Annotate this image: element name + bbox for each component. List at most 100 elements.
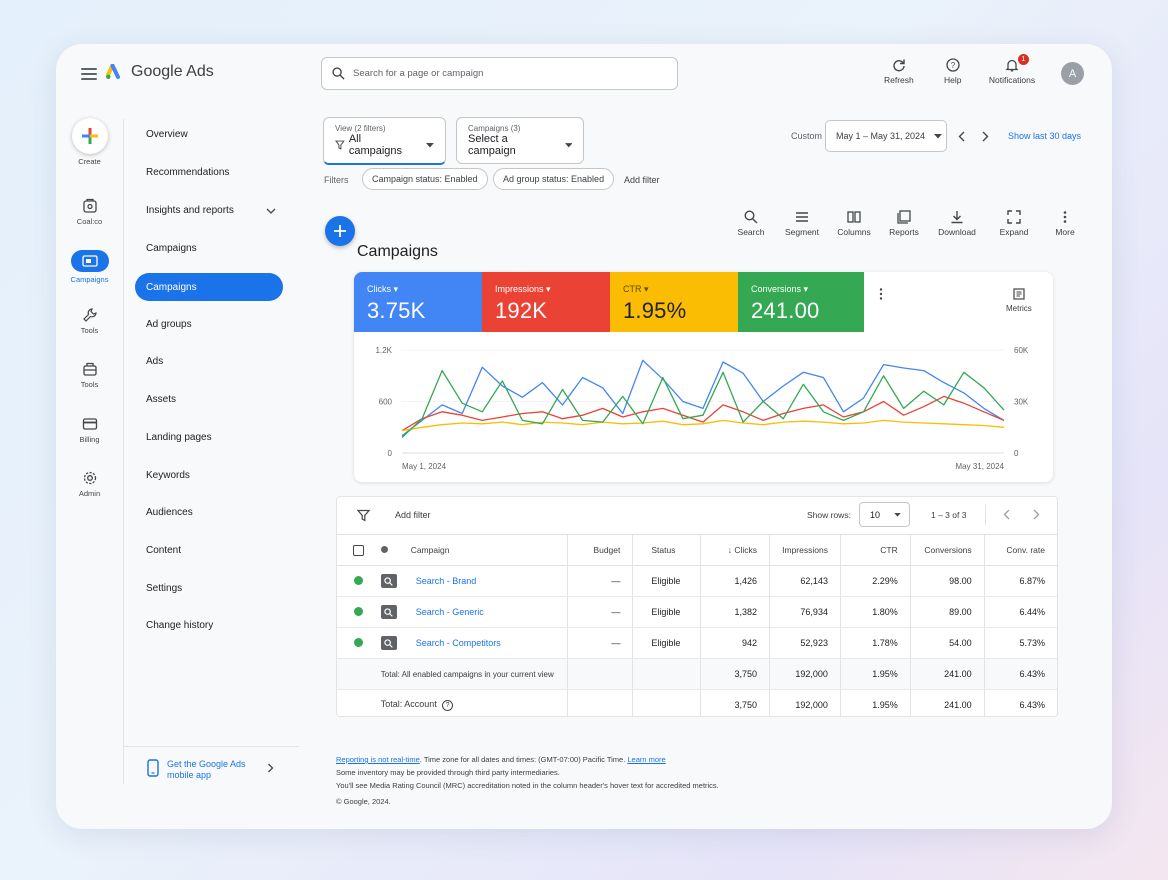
view-filter-select[interactable]: View (2 filters) All campaigns	[323, 117, 446, 165]
pagination-divider	[985, 505, 986, 525]
toolbar-columns[interactable]: Columns	[832, 210, 876, 237]
metric-tile-conversions[interactable]: Conversions ▾ 241.00	[738, 272, 864, 332]
metric-label-text: Clicks	[367, 284, 391, 294]
performance-chart-card: Clicks ▾ 3.75K Impressions ▾ 192K CTR ▾ …	[354, 272, 1053, 482]
nav-assets[interactable]: Assets	[146, 394, 176, 405]
rail-create[interactable]: Create	[56, 118, 123, 166]
table-row[interactable]: Search - Competitors — Eligible 942 52,9…	[337, 627, 1057, 659]
create-button[interactable]	[71, 118, 108, 154]
y-right-tick: 0	[1014, 449, 1019, 458]
metric-tile-clicks[interactable]: Clicks ▾ 3.75K	[354, 272, 482, 332]
google-ads-logo[interactable]: Google Ads	[106, 63, 214, 81]
nav-content[interactable]: Content	[146, 545, 181, 556]
campaign-filter-select[interactable]: Campaigns (3) Select a campaign	[456, 117, 584, 164]
enabled-status-icon[interactable]	[354, 575, 364, 585]
col-ctr[interactable]: CTR	[839, 534, 911, 566]
sort-arrow-icon: ↓	[727, 545, 732, 555]
campaign-name-link[interactable]: Search - Generic	[416, 607, 484, 617]
rail-tools-1[interactable]: Tools	[56, 307, 123, 335]
next-period-icon[interactable]	[982, 131, 989, 142]
col-status[interactable]: Status	[632, 534, 701, 566]
nav-ads[interactable]: Ads	[146, 356, 163, 367]
toolbar-segment[interactable]: Segment	[780, 210, 824, 237]
toolbar-reports[interactable]: Reports	[882, 210, 926, 237]
conversions-cell: 98.00	[909, 565, 985, 597]
col-clicks[interactable]: ↓ Clicks	[700, 534, 770, 566]
rows-per-page-select[interactable]: 10	[859, 502, 910, 527]
add-filter-link[interactable]: Add filter	[624, 175, 660, 185]
nav-landing-pages[interactable]: Landing pages	[146, 432, 212, 443]
refresh-button[interactable]: Refresh	[884, 58, 914, 85]
new-campaign-button[interactable]	[325, 216, 355, 246]
status-cell: Eligible	[632, 565, 701, 597]
table-add-filter[interactable]: Add filter	[395, 510, 431, 520]
metrics-button[interactable]: Metrics	[1006, 288, 1032, 313]
enabled-status-icon[interactable]	[354, 606, 364, 616]
nav-audiences[interactable]: Audiences	[146, 507, 193, 518]
clicks-cell: 1,382	[700, 596, 770, 628]
date-custom-label: Custom	[791, 131, 823, 141]
plus-icon	[334, 225, 346, 237]
table-row[interactable]: Search - Brand — Eligible 1,426 62,143 2…	[337, 565, 1057, 597]
next-page-icon[interactable]	[1033, 509, 1040, 520]
search-icon	[332, 67, 345, 80]
nav-insights[interactable]: Insights and reports	[146, 205, 234, 216]
filter-icon[interactable]	[357, 509, 370, 522]
metric-tile-impressions[interactable]: Impressions ▾ 192K	[482, 272, 610, 332]
campaign-name-link[interactable]: Search - Competitors	[416, 638, 501, 648]
nav-settings[interactable]: Settings	[146, 583, 182, 594]
enabled-status-icon[interactable]	[354, 637, 364, 647]
menu-icon[interactable]	[81, 68, 97, 80]
metric-label: Conversions ▾	[751, 284, 809, 294]
rail-campaigns[interactable]: Campaigns	[56, 250, 123, 284]
filters-label: Filters	[324, 175, 349, 185]
col-budget[interactable]: Budget	[566, 534, 633, 566]
campaign-name-link[interactable]: Search - Brand	[416, 576, 477, 586]
nav-campaigns-group[interactable]: Campaigns	[146, 243, 197, 254]
nav-overview[interactable]: Overview	[146, 129, 188, 140]
mobile-app-promo[interactable]: Get the Google Ads mobile app	[123, 746, 299, 782]
campaigns-icon	[81, 255, 98, 267]
rail-tools-2[interactable]: Tools	[56, 361, 123, 389]
toolbar-expand[interactable]: Expand	[992, 210, 1036, 237]
toolbar-more[interactable]: More	[1043, 210, 1087, 237]
select-all-checkbox[interactable]	[353, 544, 365, 556]
col-conversions[interactable]: Conversions	[909, 534, 985, 566]
show-last-30-days-link[interactable]: Show last 30 days	[1008, 131, 1081, 141]
series-line-3	[401, 369, 1005, 438]
rail-billing[interactable]: Billing	[56, 416, 123, 444]
toolbar-search[interactable]: Search	[729, 210, 773, 237]
col-impressions[interactable]: Impressions	[769, 534, 841, 566]
rail-goals[interactable]: Coal:co	[56, 198, 123, 226]
col-campaign[interactable]: Campaign	[410, 534, 568, 566]
filter-chip-campaign-status[interactable]: Campaign status: Enabled	[362, 168, 488, 190]
date-range-select[interactable]: May 1 – May 31, 2024	[825, 120, 947, 152]
prev-period-icon[interactable]	[958, 131, 965, 142]
view-filter-value: All campaigns	[348, 133, 403, 157]
nav-campaigns-active[interactable]: Campaigns	[135, 273, 283, 301]
clicks-cell: 1,426	[700, 565, 770, 597]
nav-change-history[interactable]: Change history	[146, 620, 213, 631]
help-circle-icon[interactable]: ?	[442, 699, 454, 711]
expand-icon	[1007, 210, 1021, 224]
nav-ad-groups[interactable]: Ad groups	[146, 319, 192, 330]
rail-admin[interactable]: Admin	[56, 470, 123, 498]
nav-keywords[interactable]: Keywords	[146, 470, 190, 481]
chevron-down-icon[interactable]	[266, 207, 276, 215]
toolbar-download[interactable]: Download	[935, 210, 979, 237]
notifications-button[interactable]: 1 Notifications	[986, 54, 1038, 85]
nav-recommendations[interactable]: Recommendations	[146, 167, 229, 178]
metric-tile-ctr[interactable]: CTR ▾ 1.95%	[610, 272, 738, 332]
avatar[interactable]: A	[1061, 62, 1084, 85]
more-vert-icon	[1063, 211, 1067, 223]
not-realtime-link[interactable]: Reporting is not real-time	[336, 755, 420, 764]
help-button[interactable]: ? Help	[944, 58, 961, 85]
prev-page-icon[interactable]	[1003, 509, 1010, 520]
metric-value: 3.75K	[367, 298, 426, 323]
filter-chip-ad-group-status[interactable]: Ad group status: Enabled	[493, 168, 615, 190]
more-vert-icon[interactable]	[876, 287, 886, 301]
search-bar[interactable]: Search for a page or campaign	[321, 57, 678, 90]
learn-more-link[interactable]: Learn more	[627, 755, 665, 764]
col-conv-rate[interactable]: Conv. rate	[983, 534, 1057, 566]
table-row[interactable]: Search - Generic — Eligible 1,382 76,934…	[337, 596, 1057, 628]
